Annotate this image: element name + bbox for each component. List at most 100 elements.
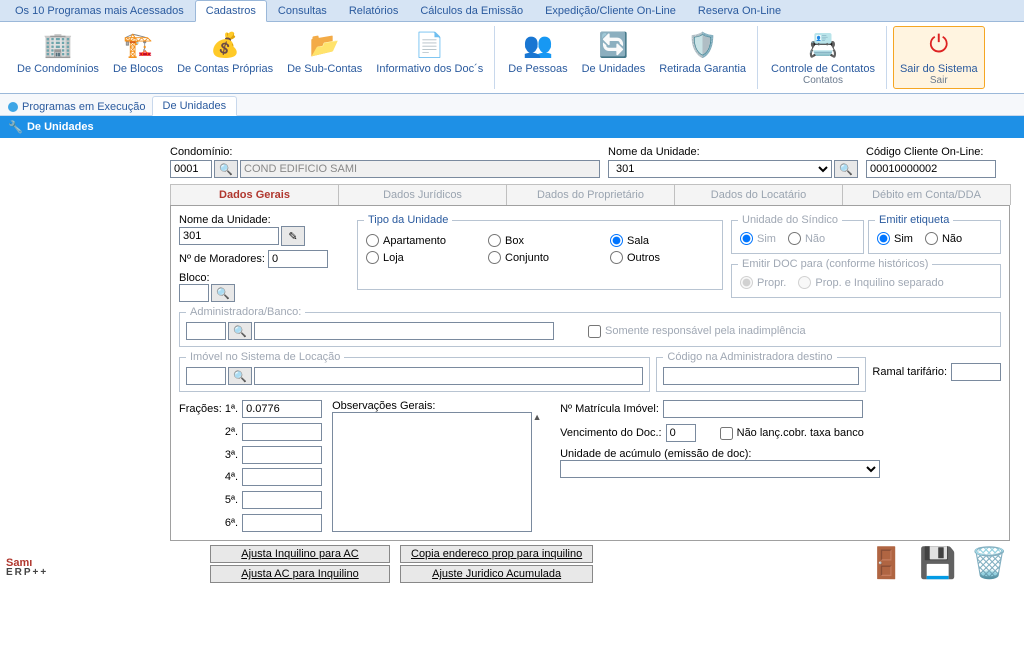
bloco-input[interactable]: [179, 284, 209, 302]
blocks-icon: 🏗️: [122, 29, 154, 61]
radio-apartamento[interactable]: Apartamento: [366, 234, 470, 247]
condominio-name-input: [240, 160, 600, 178]
btn-ajuste-juridico[interactable]: Ajuste Juridico Acumulada: [400, 565, 593, 583]
imovel-locacao-legend: Imóvel no Sistema de Locação: [186, 351, 344, 363]
radio-loja[interactable]: Loja: [366, 251, 470, 264]
ribbon-retirada-garantia[interactable]: 🛡️Retirada Garantia: [652, 26, 753, 89]
fracoes-label: Frações: 1ª.: [179, 403, 238, 415]
exit-icon[interactable]: 🚪: [868, 546, 905, 581]
bloco-search-button[interactable]: 🔍: [211, 284, 235, 302]
radio-conjunto[interactable]: Conjunto: [488, 251, 592, 264]
menu-tab-cadastros[interactable]: Cadastros: [195, 0, 267, 22]
admin-name-input[interactable]: [254, 322, 554, 340]
menu-tab-consultas[interactable]: Consultas: [267, 0, 338, 21]
somente-responsavel-check[interactable]: Somente responsável pela inadimplência: [588, 325, 806, 338]
fracao-4-input[interactable]: [242, 468, 322, 486]
nao-lanc-check[interactable]: Não lanç.cobr. taxa banco: [720, 427, 864, 440]
ribbon-controle-contatos[interactable]: 📇Controle de ContatosContatos: [764, 26, 882, 89]
moradores-input[interactable]: [268, 250, 328, 268]
unidade-sindico-legend: Unidade do Síndico: [738, 214, 842, 226]
imovel-search-button[interactable]: 🔍: [228, 367, 252, 385]
codigo-admin-fieldset: Código na Administradora destino: [656, 351, 866, 392]
vencimento-label: Vencimento do Doc.:: [560, 427, 662, 439]
menu-tab-reserva[interactable]: Reserva On-Line: [687, 0, 792, 21]
menu-tab-programas-acessados[interactable]: Os 10 Programas mais Acessados: [4, 0, 195, 21]
people-icon: 👥: [522, 29, 554, 61]
fracao-2-input[interactable]: [242, 423, 322, 441]
tab-dados-gerais[interactable]: Dados Gerais: [170, 184, 339, 205]
menu-tab-relatorios[interactable]: Relatórios: [338, 0, 410, 21]
codigo-cliente-input[interactable]: [866, 160, 996, 178]
condominio-code-input[interactable]: [170, 160, 212, 178]
codigo-admin-input[interactable]: [663, 367, 859, 385]
frac-5-label: 5ª.: [179, 494, 238, 506]
emitir-etiqueta-legend: Emitir etiqueta: [875, 214, 953, 226]
sindico-nao[interactable]: Não: [788, 232, 825, 245]
search-icon: 🔍: [233, 325, 247, 338]
obs-scroll-up[interactable]: ▲: [532, 412, 542, 422]
imovel-code-input[interactable]: [186, 367, 226, 385]
tab-dados-locatario[interactable]: Dados do Locatário: [674, 184, 843, 205]
imovel-name-input[interactable]: [254, 367, 643, 385]
programas-execucao[interactable]: Programas em Execução: [2, 99, 152, 115]
unidade-search-button[interactable]: 🔍: [834, 160, 858, 178]
moradores-label: Nº de Moradores:: [179, 253, 265, 265]
radio-sala[interactable]: Sala: [610, 234, 714, 247]
admin-search-button[interactable]: 🔍: [228, 322, 252, 340]
frac-4-label: 4ª.: [179, 471, 238, 483]
menu-tab-calculos[interactable]: Cálculos da Emissão: [409, 0, 534, 21]
ribbon-de-condominios[interactable]: 🏢De Condomínios: [10, 26, 106, 89]
ribbon-informativo[interactable]: 📄Informativo dos Doc´s: [369, 26, 490, 89]
menu-tab-expedicao[interactable]: Expedição/Cliente On-Line: [534, 0, 687, 21]
ribbon-de-unidades[interactable]: 🔄De Unidades: [575, 26, 653, 89]
fracao-5-input[interactable]: [242, 491, 322, 509]
sindico-sim[interactable]: Sim: [740, 232, 776, 245]
radio-outros[interactable]: Outros: [610, 251, 714, 264]
tab-dados-juridicos[interactable]: Dados Jurídicos: [338, 184, 507, 205]
codigo-admin-legend: Código na Administradora destino: [663, 351, 836, 363]
subtab-de-unidades[interactable]: De Unidades: [152, 96, 238, 116]
nome-unidade-top-label: Nome da Unidade:: [608, 146, 858, 158]
btn-ajusta-inquilino-ac[interactable]: Ajusta Inquilino para AC: [210, 545, 390, 563]
matricula-input[interactable]: [663, 400, 863, 418]
fracao-6-input[interactable]: [242, 514, 322, 532]
tab-debito-conta[interactable]: Débito em Conta/DDA: [842, 184, 1011, 205]
admin-code-input[interactable]: [186, 322, 226, 340]
search-icon: 🔍: [839, 163, 853, 176]
observacoes-textarea[interactable]: [332, 412, 532, 532]
main-area: Condomínio: 🔍 Nome da Unidade: 301 🔍 Cód…: [0, 138, 1024, 587]
radio-box[interactable]: Box: [488, 234, 592, 247]
btn-ajusta-ac-inquilino[interactable]: Ajusta AC para Inquilino: [210, 565, 390, 583]
frac-2-label: 2ª.: [179, 426, 238, 438]
etiqueta-sim[interactable]: Sim: [877, 232, 913, 245]
condominio-search-button[interactable]: 🔍: [214, 160, 238, 178]
save-icon[interactable]: 💾: [919, 546, 956, 581]
module-titlebar: 🔧 De Unidades: [0, 116, 1024, 138]
contacts-icon: 📇: [807, 29, 839, 61]
fracao-3-input[interactable]: [242, 446, 322, 464]
ribbon-de-pessoas[interactable]: 👥De Pessoas: [501, 26, 574, 89]
vencimento-input[interactable]: [666, 424, 696, 442]
delete-icon[interactable]: 🗑️: [971, 546, 1008, 581]
edit-unidade-button[interactable]: ✎: [281, 226, 305, 246]
ribbon-de-blocos[interactable]: 🏗️De Blocos: [106, 26, 170, 89]
condominio-label: Condomínio:: [170, 146, 600, 158]
refresh-icon: 🔄: [597, 29, 629, 61]
nome-unidade-select[interactable]: 301: [608, 160, 832, 178]
ribbon-de-contas[interactable]: 💰De Contas Próprias: [170, 26, 280, 89]
emitir-etiqueta-fieldset: Emitir etiqueta Sim Não: [868, 214, 1001, 254]
nome-unidade-input[interactable]: [179, 227, 279, 245]
etiqueta-nao[interactable]: Não: [925, 232, 962, 245]
btn-copia-endereco[interactable]: Copia endereco prop para inquilino: [400, 545, 593, 563]
ribbon-group-3: 📇Controle de ContatosContatos: [760, 26, 887, 89]
acumulo-select[interactable]: [560, 460, 880, 478]
ramal-input[interactable]: [951, 363, 1001, 381]
frac-6-label: 6ª.: [179, 517, 238, 529]
ribbon: 🏢De Condomínios 🏗️De Blocos 💰De Contas P…: [0, 22, 1024, 94]
ribbon-sair[interactable]: ⏻Sair do SistemaSair: [893, 26, 985, 89]
tab-dados-proprietario[interactable]: Dados do Proprietário: [506, 184, 675, 205]
action-icons: 🚪 💾 🗑️: [868, 546, 1008, 581]
codigo-cliente-label: Código Cliente On-Line:: [866, 146, 996, 158]
fracao-1-input[interactable]: [242, 400, 322, 418]
ribbon-de-subcontas[interactable]: 📂De Sub-Contas: [280, 26, 369, 89]
